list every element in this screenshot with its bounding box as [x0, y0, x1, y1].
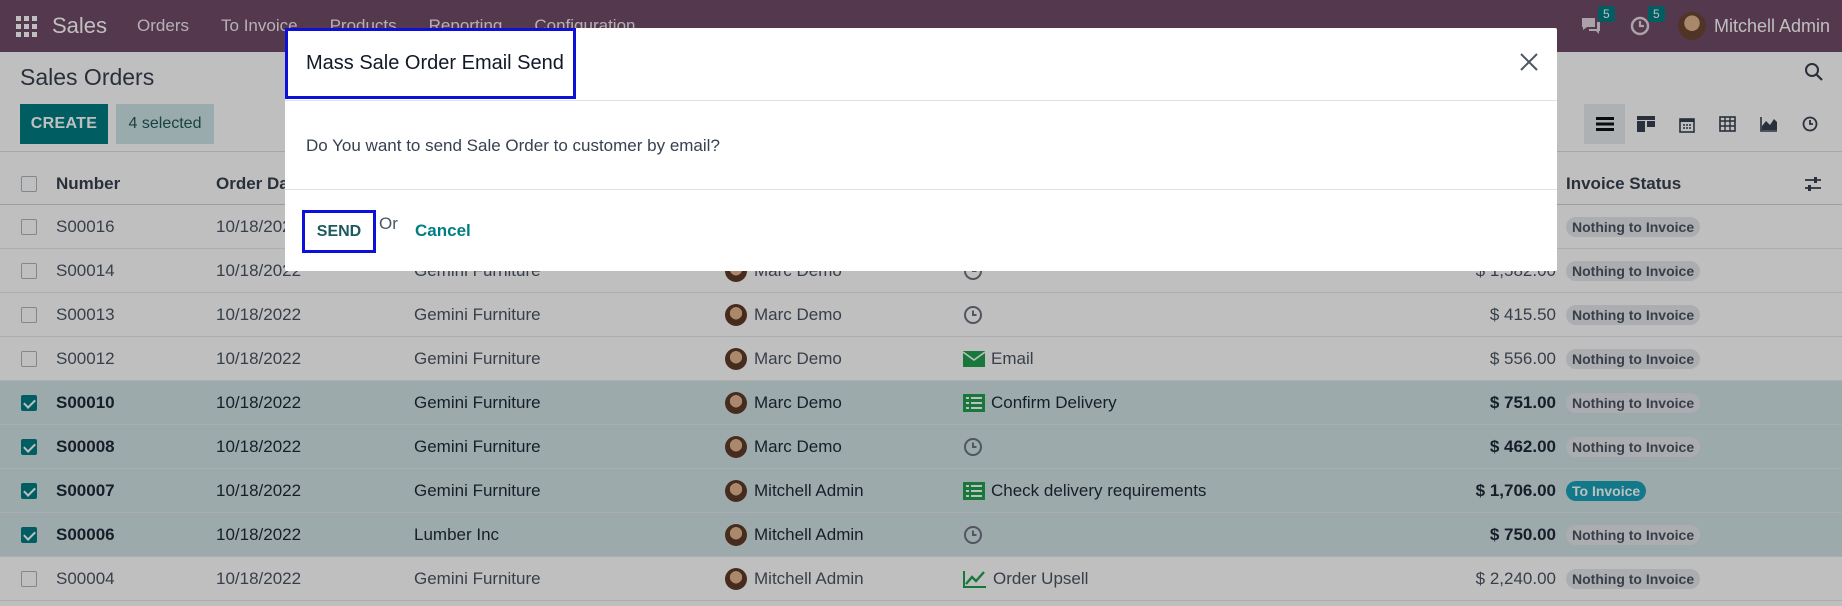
- dialog-header: Mass Sale Order Email Send: [285, 28, 1557, 101]
- dialog-message: Do You want to send Sale Order to custom…: [306, 136, 720, 155]
- or-label: Or: [379, 214, 398, 233]
- close-icon[interactable]: [1519, 52, 1539, 77]
- cancel-button[interactable]: Cancel: [415, 221, 471, 241]
- dialog-footer: SEND Or Cancel: [285, 189, 1557, 271]
- mass-email-dialog: Mass Sale Order Email Send Do You want t…: [285, 28, 1557, 271]
- dialog-title: Mass Sale Order Email Send: [306, 52, 564, 74]
- send-button[interactable]: SEND: [317, 223, 361, 241]
- dialog-title-highlight: Mass Sale Order Email Send: [285, 28, 576, 99]
- send-button-highlight[interactable]: SEND: [302, 210, 376, 253]
